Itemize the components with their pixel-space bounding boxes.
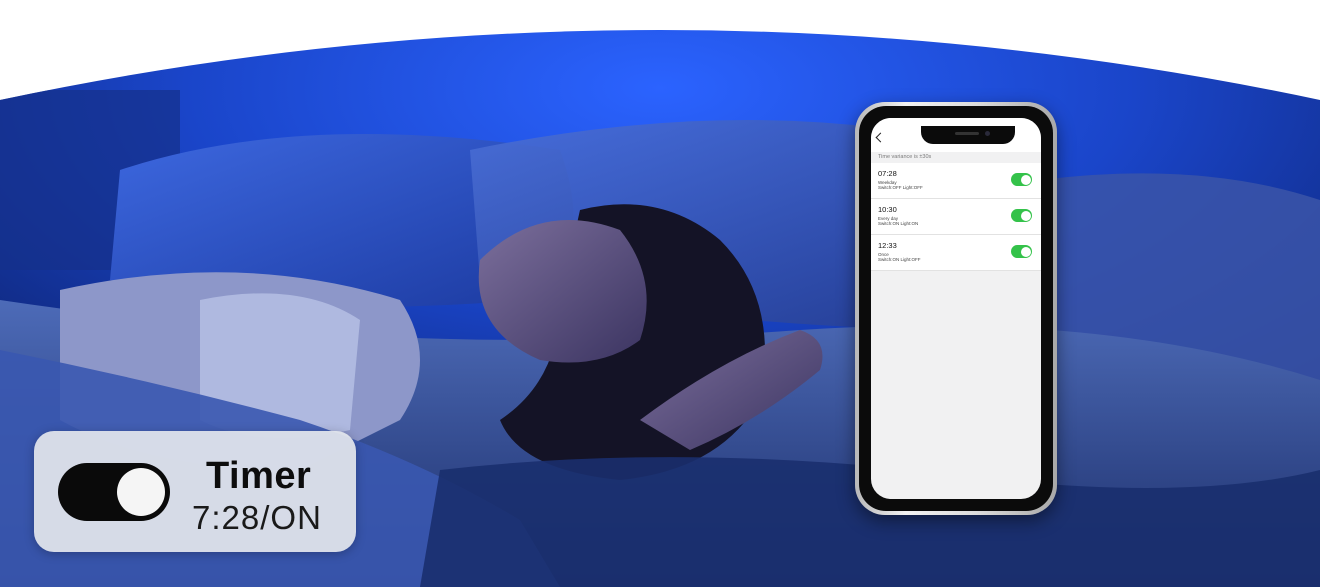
timer-badge: Timer 7:28/ON <box>34 431 356 552</box>
schedule-toggle[interactable] <box>1011 209 1032 222</box>
timer-toggle[interactable] <box>58 463 170 521</box>
schedule-action: Switch:OFF Light:OFF <box>878 185 923 190</box>
schedule-list: 07:28 Weekday Switch:OFF Light:OFF 10:30… <box>871 163 1041 271</box>
smartphone: Schedule Time variance is ±30s 07:28 Wee… <box>855 102 1057 515</box>
phone-bezel: Schedule Time variance is ±30s 07:28 Wee… <box>859 106 1053 511</box>
toggle-knob <box>1020 210 1031 221</box>
speaker-grille <box>955 132 979 135</box>
schedule-action: Switch:ON Light:ON <box>878 221 919 226</box>
schedule-item[interactable]: 07:28 Weekday Switch:OFF Light:OFF <box>871 163 1041 199</box>
toggle-knob <box>1020 246 1031 257</box>
camera-icon <box>985 131 990 136</box>
phone-notch <box>921 126 1015 144</box>
timer-value: 7:28/ON <box>192 499 322 536</box>
toggle-knob <box>1020 174 1031 185</box>
schedule-toggle[interactable] <box>1011 245 1032 258</box>
schedule-action: Switch:ON Light:OFF <box>878 257 921 262</box>
schedule-time: 10:30 <box>878 205 897 214</box>
schedule-time: 07:28 <box>878 169 897 178</box>
phone-screen: Schedule Time variance is ±30s 07:28 Wee… <box>871 118 1041 499</box>
toggle-knob <box>117 468 165 516</box>
schedule-item[interactable]: 12:33 Once Switch:ON Light:OFF <box>871 235 1041 271</box>
time-variance-note: Time variance is ±30s <box>878 154 932 160</box>
schedule-toggle[interactable] <box>1011 173 1032 186</box>
schedule-time: 12:33 <box>878 241 897 250</box>
timer-title: Timer <box>206 455 312 497</box>
schedule-item[interactable]: 10:30 Every day Switch:ON Light:ON <box>871 199 1041 235</box>
